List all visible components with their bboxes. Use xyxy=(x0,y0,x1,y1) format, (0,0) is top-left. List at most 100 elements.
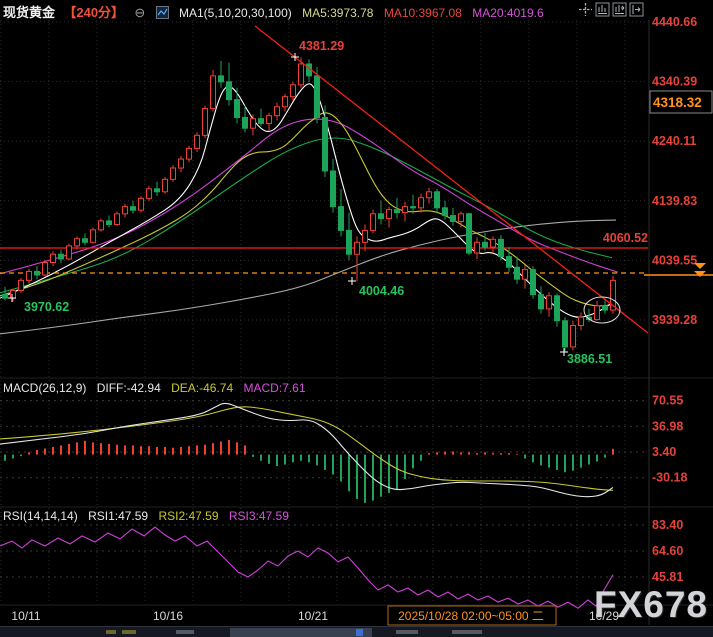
candle-body xyxy=(475,242,480,253)
candle-body xyxy=(211,76,216,109)
candle-body xyxy=(323,117,328,170)
chart-window: 4440.664340.394240.114139.834039.553939.… xyxy=(0,0,713,637)
last-price-label: 4318.32 xyxy=(653,95,702,110)
candle-body xyxy=(123,207,128,214)
pane-chart-icon[interactable] xyxy=(595,2,610,17)
candle-body xyxy=(339,207,344,231)
candle-body xyxy=(355,242,360,254)
timeframe-label: 【240分】 xyxy=(63,5,124,20)
candle-body xyxy=(347,230,352,254)
price-axis-label: 4440.66 xyxy=(652,15,697,29)
candle-body xyxy=(75,239,80,246)
candle-body xyxy=(507,257,512,268)
candle-body xyxy=(283,97,288,107)
candle-body xyxy=(99,221,104,230)
candle-body xyxy=(195,135,200,148)
candle-body xyxy=(603,306,608,310)
taskbar-glyph xyxy=(452,630,482,634)
rsi3-value: RSI3:47.59 xyxy=(229,509,289,523)
candle-body xyxy=(371,214,376,231)
candle-body xyxy=(491,239,496,247)
candle-body xyxy=(219,76,224,82)
price-mark-label: 4060.52 xyxy=(603,231,648,245)
candle-body xyxy=(563,321,568,347)
candle-body xyxy=(187,148,192,159)
chart-header: 现货黄金 【240分】 ⊖ MA1(5,10,20,30,100) MA5:39… xyxy=(3,2,551,22)
candle-body xyxy=(59,254,64,259)
candle-body xyxy=(115,214,120,225)
ma-settings-label: MA1(5,10,20,30,100) xyxy=(179,6,292,20)
price-alert-marker[interactable] xyxy=(694,271,706,277)
main-chart-canvas[interactable]: 4440.664340.394240.114139.834039.553939.… xyxy=(0,0,713,637)
taskbar-tab-icon xyxy=(356,629,363,636)
pan-crosshair-icon[interactable] xyxy=(578,2,593,17)
candle-body xyxy=(467,214,472,253)
candle-body xyxy=(443,208,448,216)
candle-body xyxy=(3,295,8,299)
candle-body xyxy=(107,221,112,225)
candle-body xyxy=(227,82,232,100)
candle-body xyxy=(155,189,160,192)
candle-body xyxy=(131,207,136,211)
candle-body xyxy=(235,100,240,118)
candle-body xyxy=(571,326,576,347)
candle-body xyxy=(11,290,16,298)
candle-body xyxy=(403,207,408,213)
pane-chart-arrow-icon[interactable] xyxy=(612,2,627,17)
rsi-axis-label: 64.60 xyxy=(652,544,683,558)
candle-body xyxy=(19,280,24,290)
macd-header: MACD(26,12,9) DIFF:-42.94 DEA:-46.74 MAC… xyxy=(3,381,313,395)
macd-settings-label: MACD(26,12,9) xyxy=(3,381,86,395)
current-bar-tooltip: 2025/10/28 02:00~05:00 二 xyxy=(398,609,544,623)
chart-thumbnail-icon[interactable] xyxy=(156,6,169,22)
candle-body xyxy=(315,76,320,118)
price-axis-label: 4039.55 xyxy=(652,253,697,267)
candle-body xyxy=(363,230,368,242)
price-axis-label: 3939.28 xyxy=(652,313,697,327)
candle-body xyxy=(331,171,336,207)
macd-value: MACD:7.61 xyxy=(243,381,305,395)
price-axis-label: 4340.39 xyxy=(652,75,697,89)
rsi-settings-label: RSI(14,14,14) xyxy=(3,509,78,523)
chart-toolbar xyxy=(578,2,644,17)
date-label: 10/21 xyxy=(298,609,328,623)
date-label: 10/16 xyxy=(153,609,183,623)
candle-body xyxy=(275,107,280,116)
rsi-header: RSI(14,14,14) RSI1:47.59 RSI2:47.59 RSI3… xyxy=(3,509,296,523)
candle-body xyxy=(387,210,392,219)
price-mark-label: 4381.29 xyxy=(299,39,344,53)
candle-body xyxy=(419,198,424,208)
candle-body xyxy=(515,267,520,279)
candle-body xyxy=(67,246,72,259)
candle-body xyxy=(411,207,416,208)
rsi2-value: RSI2:47.59 xyxy=(158,509,218,523)
rsi-axis-label: 83.40 xyxy=(652,518,683,532)
candle-body xyxy=(523,270,528,280)
candle-body xyxy=(395,210,400,213)
candle-body xyxy=(27,271,32,280)
rsi-axis-label: 45.81 xyxy=(652,570,683,584)
candle-body xyxy=(459,214,464,222)
candle-body xyxy=(251,119,256,129)
candle-body xyxy=(35,271,40,275)
candle-body xyxy=(595,306,600,320)
taskbar-glyph xyxy=(122,630,136,634)
rsi-line xyxy=(0,527,613,608)
taskbar-glyph xyxy=(106,630,116,634)
bottom-taskbar[interactable] xyxy=(0,626,713,637)
zoom-out-icon[interactable]: ⊖ xyxy=(134,5,145,20)
candle-body xyxy=(555,296,560,321)
candle-body xyxy=(259,119,264,124)
candle-body xyxy=(203,109,208,136)
macd-axis-label: 3.40 xyxy=(652,445,676,459)
candle-body xyxy=(83,239,88,243)
macd-axis-label: 36.98 xyxy=(652,419,683,433)
candle-body xyxy=(483,242,488,247)
taskbar-active-tab[interactable] xyxy=(230,628,372,637)
candle-body xyxy=(539,295,544,309)
ma5-value: MA5:3973.78 xyxy=(302,6,373,20)
pane-collapse-right-icon[interactable] xyxy=(629,2,644,17)
candle-body xyxy=(243,117,248,128)
diff-value: DIFF:-42.94 xyxy=(97,381,161,395)
taskbar-glyph xyxy=(396,630,418,634)
